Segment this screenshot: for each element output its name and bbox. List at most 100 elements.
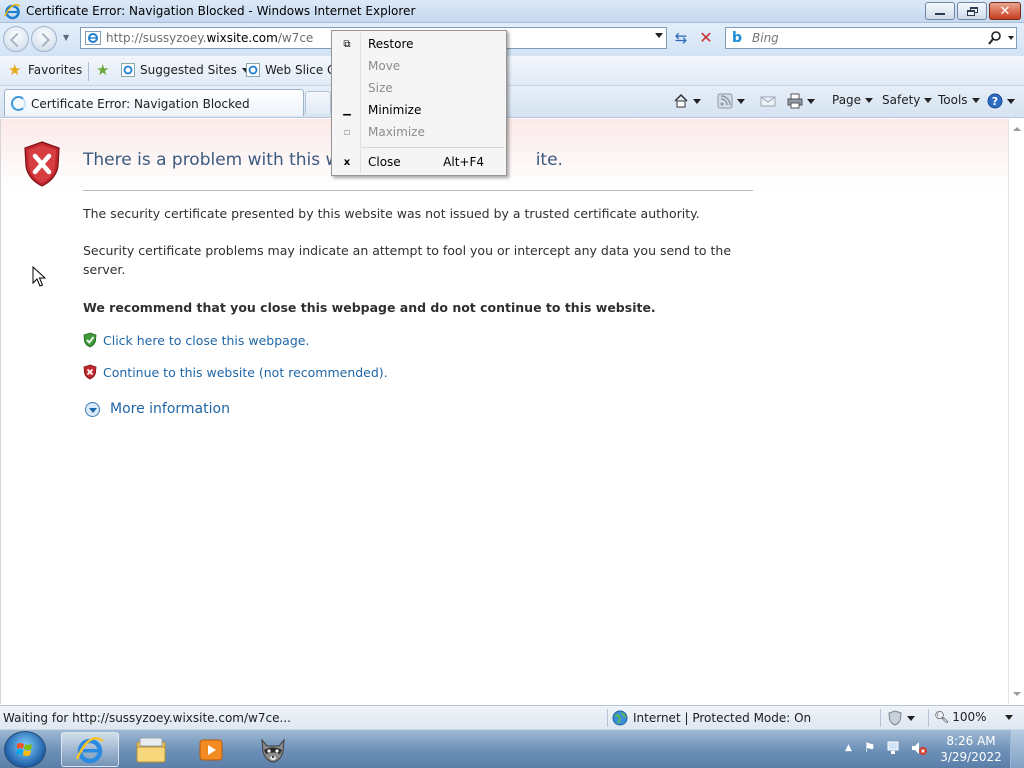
green-shield-check-icon	[83, 332, 97, 348]
chevron-down-icon[interactable]	[693, 98, 701, 104]
media-player-icon	[199, 739, 223, 760]
show-hidden-icons-icon[interactable]: ▲	[845, 743, 852, 753]
suggested-sites-label: Suggested Sites	[140, 63, 237, 77]
printer-icon	[787, 93, 803, 109]
star-icon: ★	[8, 61, 22, 79]
tab-command-bar: Certificate Error: Navigation Blocked Pa…	[0, 86, 1024, 118]
tools-menu-label: Tools	[938, 93, 968, 107]
print-button[interactable]	[787, 93, 815, 109]
forward-button[interactable]	[31, 26, 57, 52]
network-icon[interactable]	[886, 740, 902, 756]
tab-certificate-error[interactable]: Certificate Error: Navigation Blocked	[4, 89, 304, 116]
scroll-down-arrow-icon[interactable]	[1013, 692, 1021, 696]
protected-mode-button[interactable]	[887, 710, 915, 726]
feeds-button[interactable]	[717, 93, 745, 109]
tools-menu[interactable]: Tools	[938, 93, 980, 107]
chevron-down-icon[interactable]	[807, 98, 815, 104]
vertical-scrollbar[interactable]	[1008, 119, 1024, 704]
favorites-label: Favorites	[28, 63, 83, 77]
taskbar-windows-explorer[interactable]	[122, 732, 180, 767]
safety-menu[interactable]: Safety	[882, 93, 933, 107]
menu-item-move: Move	[334, 55, 504, 77]
home-button[interactable]	[673, 93, 701, 109]
favorites-separator	[88, 62, 89, 81]
more-information-toggle[interactable]: More information	[85, 401, 230, 417]
minimize-button[interactable]	[925, 2, 955, 20]
menu-item-restore[interactable]: ⧉ Restore	[334, 33, 504, 55]
new-tab-button[interactable]	[305, 91, 331, 114]
chevron-down-icon[interactable]	[737, 98, 745, 104]
security-zone-indicator[interactable]: Internet | Protected Mode: On	[612, 710, 811, 726]
title-bar[interactable]: Certificate Error: Navigation Blocked - …	[0, 0, 1024, 23]
restore-icon	[966, 6, 978, 16]
close-webpage-label: Click here to close this webpage.	[103, 332, 310, 348]
rss-feed-icon	[717, 93, 733, 109]
address-dropdown-icon[interactable]	[655, 33, 663, 38]
menu-item-label: Restore	[368, 37, 414, 51]
mail-icon	[760, 96, 776, 107]
stop-icon[interactable]: ✕	[697, 29, 715, 47]
certificate-issue-text: The security certificate presented by th…	[83, 206, 700, 221]
raccoon-icon	[261, 737, 285, 763]
recent-pages-dropdown-icon[interactable]: ▼	[63, 33, 69, 42]
home-icon	[674, 93, 688, 108]
back-button[interactable]	[3, 26, 29, 52]
loading-spinner-icon	[11, 96, 26, 111]
ie-page-icon	[121, 63, 135, 77]
search-box[interactable]: b	[725, 27, 1017, 49]
heading-divider	[83, 190, 753, 191]
status-divider	[607, 709, 608, 727]
zoom-level: 100%	[952, 710, 987, 724]
add-favorite-button[interactable]: ★	[96, 63, 116, 78]
menu-item-close[interactable]: x Close Alt+F4	[334, 151, 504, 173]
windows-logo-icon	[16, 743, 32, 756]
maximize-icon: ▫	[343, 126, 351, 138]
scroll-up-arrow-icon[interactable]	[1013, 127, 1021, 131]
action-center-flag-icon[interactable]: ⚑	[864, 741, 876, 756]
show-desktop-button[interactable]	[1010, 730, 1024, 768]
favorites-button[interactable]: ★ Favorites	[8, 61, 83, 79]
restore-button[interactable]	[957, 2, 987, 20]
read-mail-button[interactable]	[760, 93, 776, 109]
taskbar-internet-explorer[interactable]	[61, 732, 119, 767]
window-title: Certificate Error: Navigation Blocked - …	[26, 4, 416, 18]
continue-to-website-link[interactable]: Continue to this website (not recommende…	[83, 364, 388, 380]
menu-item-size: Size	[334, 77, 504, 99]
search-options-dropdown-icon[interactable]	[1008, 36, 1014, 40]
menu-item-minimize[interactable]: ▁ Minimize	[334, 99, 504, 121]
address-url[interactable]: http://sussyzoey.wixsite.com/w7ce	[106, 31, 313, 45]
taskbar-raccoon-app[interactable]	[244, 732, 302, 767]
page-content: There is a problem with this web ite. The…	[0, 119, 1024, 704]
close-webpage-link[interactable]: Click here to close this webpage.	[83, 332, 309, 348]
help-menu[interactable]: ?	[987, 93, 1015, 109]
refresh-icon[interactable]: ⇆	[672, 29, 690, 47]
start-button[interactable]	[4, 731, 46, 768]
tab-label: Certificate Error: Navigation Blocked	[31, 97, 250, 111]
suggested-sites-link[interactable]: Suggested Sites	[121, 63, 250, 77]
zoom-control[interactable]: 🔍︎ 100%	[934, 710, 1013, 724]
chevron-down-icon	[1007, 98, 1015, 104]
security-warning-text: Security certificate problems may indica…	[83, 243, 732, 277]
volume-muted-icon[interactable]	[910, 740, 928, 756]
menu-item-shortcut: Alt+F4	[443, 155, 484, 169]
taskbar-media-player[interactable]	[182, 732, 240, 767]
menu-separator	[362, 147, 504, 148]
clock-time: 8:26 AM	[946, 734, 996, 748]
continue-to-website-label: Continue to this website (not recommende…	[103, 364, 388, 380]
svg-text:?: ?	[992, 95, 998, 108]
ie-page-icon	[246, 63, 260, 77]
favorites-bar: ★ Favorites ★ Suggested Sites Web Slice …	[0, 56, 1024, 86]
chevron-down-icon	[924, 97, 933, 103]
close-button[interactable]: ✕	[989, 2, 1021, 20]
mouse-pointer-icon	[32, 266, 46, 287]
heading-text-end: ite.	[535, 150, 563, 170]
web-slice-gallery-link[interactable]: Web Slice Ga	[246, 63, 344, 77]
window-system-menu: ⧉ Restore Move Size ▁ Minimize ▫ Maximiz…	[331, 30, 507, 176]
search-input[interactable]	[752, 30, 972, 46]
status-divider	[928, 709, 929, 727]
taskbar-clock[interactable]: 8:26 AM 3/29/2022	[936, 733, 1006, 765]
status-divider	[880, 709, 881, 727]
page-menu[interactable]: Page	[832, 93, 874, 107]
search-icon[interactable]	[988, 30, 1002, 46]
ie-logo-icon[interactable]	[4, 3, 21, 20]
